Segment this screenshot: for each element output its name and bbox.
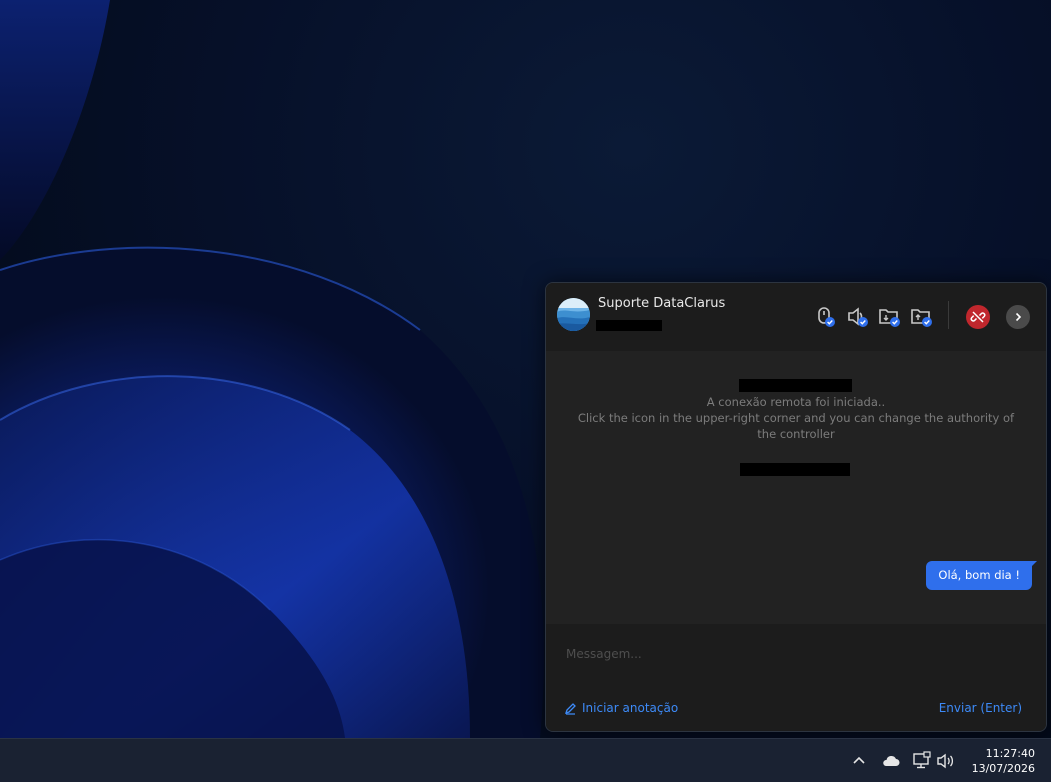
chevron-up-icon[interactable] xyxy=(849,751,869,771)
clock-time: 11:27:40 xyxy=(985,747,1035,760)
collapse-panel-button[interactable] xyxy=(1006,305,1030,329)
audio-permission-icon[interactable] xyxy=(846,305,870,329)
system-message: A conexão remota foi iniciada.. Click th… xyxy=(576,394,1016,442)
start-annotation-label: Iniciar anotação xyxy=(582,701,679,715)
mouse-permission-icon[interactable] xyxy=(814,305,838,329)
taskbar: 11:27:40 13/07/2026 xyxy=(0,738,1051,782)
redacted-timestamp xyxy=(740,463,850,476)
chevron-right-icon xyxy=(1015,312,1022,322)
composer: Iniciar anotação Enviar (Enter) xyxy=(546,624,1046,731)
message-input[interactable] xyxy=(564,642,1028,666)
message-list: A conexão remota foi iniciada.. Click th… xyxy=(546,351,1046,624)
volume-icon[interactable] xyxy=(936,751,956,771)
chat-header: Suporte DataClarus xyxy=(546,283,1046,351)
send-button[interactable]: Enviar (Enter) xyxy=(939,701,1022,715)
redacted-contact-id xyxy=(596,320,662,331)
remote-support-chat-panel: Suporte DataClarus A conexão remota foi … xyxy=(545,282,1047,732)
system-clock[interactable]: 11:27:40 13/07/2026 xyxy=(972,746,1035,776)
cloud-icon[interactable] xyxy=(881,751,901,771)
redacted-timestamp xyxy=(739,379,852,392)
user-message-bubble: Olá, bom dia ! xyxy=(926,561,1037,590)
file-upload-permission-icon[interactable] xyxy=(910,305,934,329)
disconnect-icon xyxy=(970,311,986,323)
system-message-line1: A conexão remota foi iniciada.. xyxy=(706,395,886,409)
start-annotation-button[interactable]: Iniciar anotação xyxy=(564,701,678,715)
disconnect-button[interactable] xyxy=(966,305,990,329)
header-divider xyxy=(948,301,949,329)
contact-name: Suporte DataClarus xyxy=(598,296,726,311)
pen-icon xyxy=(564,702,576,715)
clock-date: 13/07/2026 xyxy=(971,762,1035,775)
system-message-line2: Click the icon in the upper-right corner… xyxy=(577,411,1015,441)
file-download-permission-icon[interactable] xyxy=(878,305,902,329)
contact-avatar xyxy=(557,298,590,331)
network-icon[interactable] xyxy=(912,751,932,771)
